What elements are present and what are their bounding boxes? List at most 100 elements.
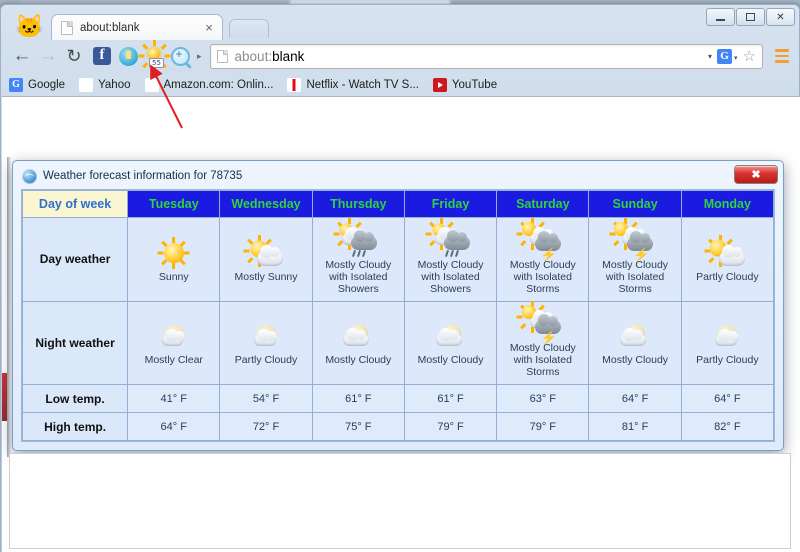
tab-close-icon[interactable]: × (202, 21, 216, 35)
weather-forecast-dialog: Weather forecast information for 78735 ✖… (12, 160, 784, 451)
night-weather-friday: Mostly Cloudy (404, 301, 496, 385)
day-weather-thursday: Mostly Cloudy with Isolated Showers (312, 218, 404, 302)
header-friday: Friday (404, 191, 496, 218)
weather-label: Mostly Cloudy with Isolated Storms (591, 259, 678, 295)
weather-label: Mostly Cloudy with Isolated Storms (499, 259, 586, 295)
bookmark-yahoo[interactable]: Y Yahoo (79, 78, 130, 92)
mostly-cloudy-night-icon (337, 319, 379, 353)
bookmark-label: Google (28, 79, 65, 91)
high-temp-sunday: 81° F (589, 413, 681, 441)
night-weather-wednesday: Partly Cloudy (220, 301, 312, 385)
address-bar-value: about:blank (235, 49, 703, 64)
bulb-extension-icon[interactable] (117, 45, 139, 67)
weather-label: Mostly Clear (130, 354, 217, 366)
weather-label: Mostly Sunny (222, 271, 309, 283)
header-saturday: Saturday (497, 191, 589, 218)
partly-cloudy-icon (706, 236, 748, 270)
chrome-browser-window: 🐱 about:blank × ✕ ← → ↻ f (0, 4, 800, 552)
facebook-extension-icon[interactable]: f (91, 45, 113, 67)
row-label-day-weather: Day weather (23, 218, 128, 302)
weather-label: Partly Cloudy (222, 354, 309, 366)
table-row-day-weather: Day weather Sunny (23, 218, 774, 302)
globe-icon (22, 169, 37, 184)
tab-about-blank[interactable]: about:blank × (51, 14, 223, 40)
yahoo-icon: Y (79, 78, 93, 92)
night-weather-thursday: Mostly Cloudy (312, 301, 404, 385)
new-tab-button[interactable] (229, 19, 269, 38)
weather-label: Mostly Cloudy (591, 354, 678, 366)
minimize-button[interactable] (706, 8, 735, 26)
low-temp-wednesday: 54° F (220, 385, 312, 413)
high-temp-saturday: 79° F (497, 413, 589, 441)
left-edge-shadow (7, 157, 11, 457)
low-temp-friday: 61° F (404, 385, 496, 413)
mostly-clear-night-icon (153, 319, 195, 353)
tab-strip: 🐱 about:blank × ✕ (1, 5, 800, 38)
google-icon: G (9, 78, 23, 92)
mostly-cloudy-storms-icon: ⚡ (614, 224, 656, 258)
day-weather-wednesday: Mostly Sunny (220, 218, 312, 302)
low-temp-monday: 64° F (681, 385, 773, 413)
bookmark-label: Yahoo (98, 79, 130, 91)
dialog-title-bar: Weather forecast information for 78735 ✖ (17, 165, 779, 187)
bookmark-google[interactable]: G Google (9, 78, 65, 92)
high-temp-tuesday: 64° F (128, 413, 220, 441)
bookmark-amazon[interactable]: a Amazon.com: Onlin... (145, 78, 274, 92)
bookmarks-bar: G Google Y Yahoo a Amazon.com: Onlin... … (1, 74, 800, 96)
header-thursday: Thursday (312, 191, 404, 218)
chrome-menu-button[interactable] (771, 45, 793, 67)
weather-label: Mostly Cloudy with Isolated Storms (499, 342, 586, 378)
magnifier-glyph (171, 47, 190, 66)
forecast-table-container: Day of week Tuesday Wednesday Thursday F… (21, 189, 775, 442)
dialog-close-button[interactable]: ✖ (734, 165, 778, 184)
weather-forecast-table: Day of week Tuesday Wednesday Thursday F… (22, 190, 774, 441)
header-sunday: Sunday (589, 191, 681, 218)
bookmark-netflix[interactable]: Netflix - Watch TV S... (287, 78, 418, 92)
search-engine-chevron-icon[interactable]: ▾ (734, 54, 738, 62)
cat-logo-icon: 🐱 (15, 14, 43, 38)
mostly-cloudy-night-icon (430, 319, 472, 353)
forward-button[interactable]: → (35, 43, 61, 69)
day-weather-tuesday: Sunny (128, 218, 220, 302)
bookmark-label: Amazon.com: Onlin... (164, 79, 274, 91)
header-day-of-week: Day of week (23, 191, 128, 218)
mostly-cloudy-showers-icon (337, 224, 379, 258)
table-header-row: Day of week Tuesday Wednesday Thursday F… (23, 191, 774, 218)
zoom-extension-icon[interactable] (169, 45, 191, 67)
row-label-low-temp: Low temp. (23, 385, 128, 413)
high-temp-friday: 79° F (404, 413, 496, 441)
bookmark-star-icon[interactable]: ☆ (743, 47, 756, 65)
weather-extension-icon[interactable]: 55 (143, 45, 165, 67)
table-row-night-weather: Night weather Mostly Clear Part (23, 301, 774, 385)
low-temp-sunday: 64° F (589, 385, 681, 413)
day-weather-saturday: ⚡ Mostly Cloudy with Isolated Storms (497, 218, 589, 302)
weather-temp-badge: 55 (149, 58, 164, 68)
header-tuesday: Tuesday (128, 191, 220, 218)
netflix-icon (287, 78, 301, 92)
bulb-glyph (119, 47, 138, 66)
reload-button[interactable]: ↻ (61, 43, 87, 69)
youtube-icon (433, 78, 447, 92)
weather-label: Partly Cloudy (684, 354, 771, 366)
night-weather-sunday: Mostly Cloudy (589, 301, 681, 385)
bookmark-youtube[interactable]: YouTube (433, 78, 497, 92)
close-window-button[interactable]: ✕ (766, 8, 795, 26)
back-button[interactable]: ← (9, 43, 35, 69)
day-weather-sunday: ⚡ Mostly Cloudy with Isolated Storms (589, 218, 681, 302)
low-temp-thursday: 61° F (312, 385, 404, 413)
table-row-high-temp: High temp. 64° F 72° F 75° F 79° F 79° F… (23, 413, 774, 441)
bookmark-label: Netflix - Watch TV S... (306, 79, 418, 91)
mostly-cloudy-storms-icon: ⚡ (522, 224, 564, 258)
address-bar[interactable]: about:blank ▾ G ▾ ☆ (210, 44, 763, 69)
weather-label: Sunny (130, 271, 217, 283)
page-info-icon[interactable] (217, 50, 228, 63)
chevron-down-icon[interactable]: ▾ (708, 52, 712, 61)
row-label-night-weather: Night weather (23, 301, 128, 385)
browser-toolbar: ← → ↻ f 55 ▸ abou (1, 38, 800, 74)
page-favicon-icon (61, 21, 73, 35)
low-temp-tuesday: 41° F (128, 385, 220, 413)
google-search-icon[interactable]: G (717, 49, 732, 64)
extensions-overflow-icon[interactable]: ▸ (197, 51, 202, 62)
maximize-button[interactable] (736, 8, 765, 26)
mostly-cloudy-showers-icon (430, 224, 472, 258)
